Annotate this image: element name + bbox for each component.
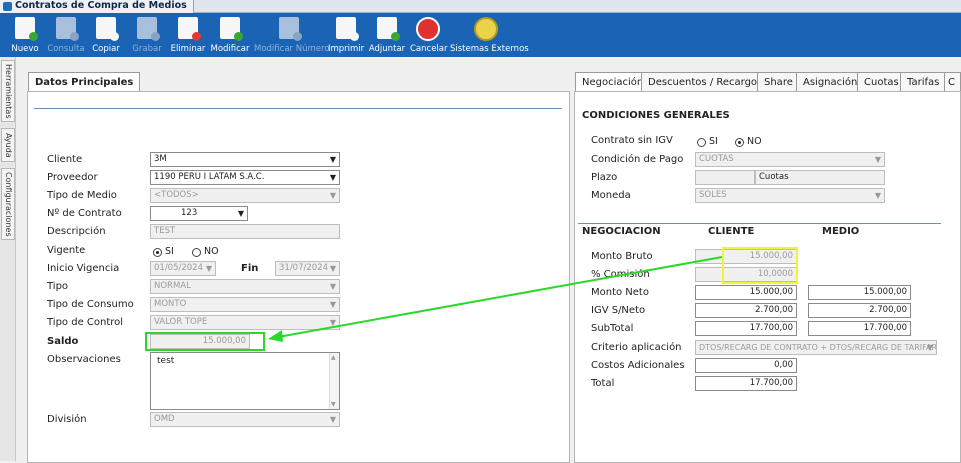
annotation-arrow (268, 256, 723, 342)
annotation-arrow-line (277, 256, 723, 338)
annotation-arrow-head (268, 330, 283, 342)
